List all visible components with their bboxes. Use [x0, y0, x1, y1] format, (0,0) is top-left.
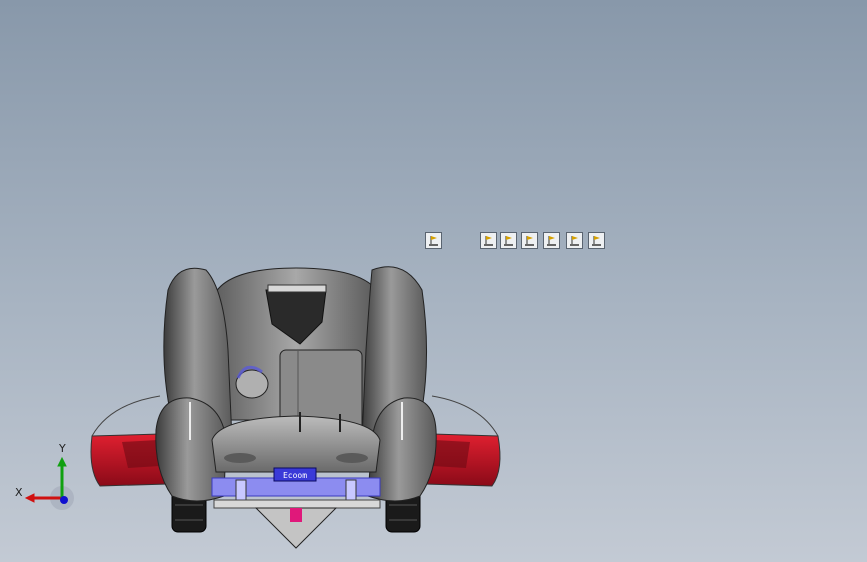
- triad-x-label: X: [15, 486, 23, 499]
- annotation-flag-icon[interactable]: [500, 232, 517, 249]
- car-model-render[interactable]: Ecoom: [0, 0, 867, 562]
- triad-y-label: Y: [59, 442, 66, 455]
- nose-cone: [211, 415, 381, 473]
- annotation-flag-icon[interactable]: [480, 232, 497, 249]
- graphics-viewport[interactable]: Ecoom X Y: [0, 0, 867, 562]
- orientation-triad[interactable]: X Y: [12, 440, 82, 510]
- annotation-flag-icon[interactable]: [521, 232, 538, 249]
- annotation-flag-icon[interactable]: [543, 232, 560, 249]
- plate-text: Ecoom: [283, 471, 307, 480]
- triad-z-axis: [60, 496, 68, 504]
- annotation-flag-icon[interactable]: [425, 232, 442, 249]
- annotation-flag-icon[interactable]: [566, 232, 583, 249]
- annotation-flag-icon[interactable]: [588, 232, 605, 249]
